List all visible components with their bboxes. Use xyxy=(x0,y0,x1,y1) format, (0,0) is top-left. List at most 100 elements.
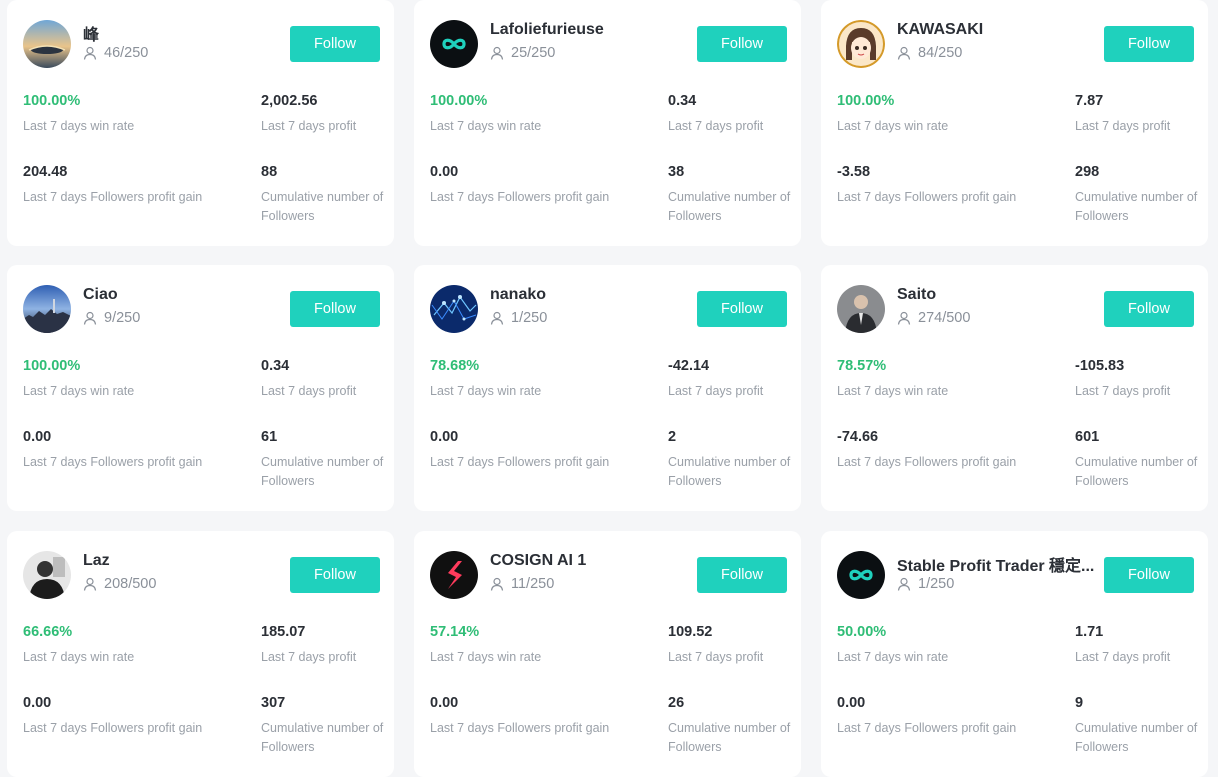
follower-quota-value: 208/500 xyxy=(104,576,157,592)
trader-name[interactable]: Ciao xyxy=(83,286,118,304)
user-icon xyxy=(897,46,911,60)
profit-label: Last 7 days profit xyxy=(261,119,357,133)
win-rate-label: Last 7 days win rate xyxy=(23,650,135,664)
followers-gain-value: 204.48 xyxy=(23,164,68,180)
follower-quota: 1/250 xyxy=(490,310,547,326)
follow-button[interactable]: Follow xyxy=(290,557,380,593)
trader-name[interactable]: 峰 xyxy=(83,21,99,45)
trader-card: Saito 274/500 Follow 78.57% Last 7 days … xyxy=(821,265,1208,511)
cumulative-followers-label: Cumulative number of Followers xyxy=(1075,721,1198,754)
anime-girl-avatar[interactable] xyxy=(837,20,885,68)
trader-name[interactable]: Lafoliefurieuse xyxy=(490,21,604,39)
cumulative-followers-label: Cumulative number of Followers xyxy=(1075,190,1198,223)
cumulative-followers-stat: 9 Cumulative number of Followers xyxy=(1075,694,1200,757)
win-rate-label: Last 7 days win rate xyxy=(23,119,135,133)
follow-button[interactable]: Follow xyxy=(697,557,787,593)
follower-quota: 25/250 xyxy=(490,45,555,61)
follow-button[interactable]: Follow xyxy=(1104,26,1194,62)
followers-gain-stat: 0.00 Last 7 days Followers profit gain xyxy=(430,163,630,207)
bw-portrait-avatar[interactable] xyxy=(23,551,71,599)
cumulative-followers-stat: 298 Cumulative number of Followers xyxy=(1075,163,1200,226)
followers-gain-stat: 204.48 Last 7 days Followers profit gain xyxy=(23,163,223,207)
cumulative-followers-stat: 2 Cumulative number of Followers xyxy=(668,428,793,491)
follow-button[interactable]: Follow xyxy=(290,26,380,62)
followers-gain-value: 0.00 xyxy=(23,695,52,711)
follower-quota-value: 274/500 xyxy=(918,310,971,326)
profit-label: Last 7 days profit xyxy=(1075,384,1171,398)
trader-card: Laz 208/500 Follow 66.66% Last 7 days wi… xyxy=(7,531,394,777)
follower-quota: 1/250 xyxy=(897,576,954,592)
follower-quota-value: 11/250 xyxy=(511,576,555,592)
profit-stat: -105.83 Last 7 days profit xyxy=(1075,357,1170,401)
follower-quota-value: 46/250 xyxy=(104,45,149,61)
user-icon xyxy=(83,311,97,325)
user-icon xyxy=(490,46,504,60)
follow-button[interactable]: Follow xyxy=(1104,291,1194,327)
followers-gain-label: Last 7 days Followers profit gain xyxy=(430,190,610,204)
trader-name[interactable]: COSIGN AI 1 xyxy=(490,552,586,570)
followers-gain-value: 0.00 xyxy=(837,695,866,711)
profit-value: 0.34 xyxy=(261,358,290,374)
trader-card: Stable Profit Trader 穩定... 1/250 Follow … xyxy=(821,531,1208,777)
blue-network-avatar[interactable] xyxy=(430,285,478,333)
profit-stat: 0.34 Last 7 days profit xyxy=(668,92,763,136)
cumulative-followers-label: Cumulative number of Followers xyxy=(668,190,791,223)
user-icon xyxy=(490,577,504,591)
followers-gain-stat: -3.58 Last 7 days Followers profit gain xyxy=(837,163,1037,207)
profit-label: Last 7 days profit xyxy=(668,384,764,398)
follow-button[interactable]: Follow xyxy=(1104,557,1194,593)
win-rate-value: 100.00% xyxy=(23,358,81,374)
win-rate-label: Last 7 days win rate xyxy=(430,650,542,664)
follow-button[interactable]: Follow xyxy=(290,291,380,327)
man-in-suit-avatar[interactable] xyxy=(837,285,885,333)
profit-label: Last 7 days profit xyxy=(261,650,357,664)
win-rate-stat: 66.66% Last 7 days win rate xyxy=(23,623,134,667)
trader-name[interactable]: KAWASAKI xyxy=(897,21,983,39)
followers-gain-label: Last 7 days Followers profit gain xyxy=(430,721,610,735)
profit-label: Last 7 days profit xyxy=(668,119,764,133)
follow-button[interactable]: Follow xyxy=(697,26,787,62)
follow-button[interactable]: Follow xyxy=(697,291,787,327)
trader-name[interactable]: Laz xyxy=(83,552,110,570)
cosign-logo-avatar[interactable] xyxy=(430,551,478,599)
followers-gain-label: Last 7 days Followers profit gain xyxy=(837,455,1017,469)
sunset-landscape-avatar[interactable] xyxy=(23,20,71,68)
city-skyline-avatar[interactable] xyxy=(23,285,71,333)
trader-card: Ciao 9/250 Follow 100.00% Last 7 days wi… xyxy=(7,265,394,511)
win-rate-stat: 100.00% Last 7 days win rate xyxy=(23,357,134,401)
profit-value: 1.71 xyxy=(1075,624,1104,640)
cumulative-followers-value: 9 xyxy=(1075,695,1084,711)
win-rate-value: 100.00% xyxy=(430,93,488,109)
followers-gain-label: Last 7 days Followers profit gain xyxy=(837,721,1017,735)
follower-quota-value: 1/250 xyxy=(918,576,955,592)
trader-name[interactable]: Stable Profit Trader 穩定... xyxy=(897,552,1094,576)
followers-gain-label: Last 7 days Followers profit gain xyxy=(837,190,1017,204)
follower-quota-value: 1/250 xyxy=(511,310,548,326)
win-rate-stat: 100.00% Last 7 days win rate xyxy=(430,92,541,136)
infinity-logo-avatar[interactable] xyxy=(837,551,885,599)
cumulative-followers-value: 38 xyxy=(668,164,685,180)
cumulative-followers-value: 601 xyxy=(1075,429,1100,445)
cumulative-followers-value: 298 xyxy=(1075,164,1100,180)
profit-label: Last 7 days profit xyxy=(1075,650,1171,664)
followers-gain-stat: -74.66 Last 7 days Followers profit gain xyxy=(837,428,1037,472)
win-rate-value: 100.00% xyxy=(23,93,81,109)
follower-quota: 274/500 xyxy=(897,310,970,326)
win-rate-stat: 78.68% Last 7 days win rate xyxy=(430,357,541,401)
profit-value: 185.07 xyxy=(261,624,306,640)
cumulative-followers-stat: 307 Cumulative number of Followers xyxy=(261,694,386,757)
trader-card: KAWASAKI 84/250 Follow 100.00% Last 7 da… xyxy=(821,0,1208,246)
trader-name[interactable]: Saito xyxy=(897,286,936,304)
followers-gain-value: -74.66 xyxy=(837,429,879,445)
win-rate-label: Last 7 days win rate xyxy=(430,119,542,133)
profit-value: -105.83 xyxy=(1075,358,1125,374)
cumulative-followers-label: Cumulative number of Followers xyxy=(261,190,384,223)
win-rate-stat: 100.00% Last 7 days win rate xyxy=(23,92,134,136)
trader-card: COSIGN AI 1 11/250 Follow 57.14% Last 7 … xyxy=(414,531,801,777)
trader-card: Lafoliefurieuse 25/250 Follow 100.00% La… xyxy=(414,0,801,246)
cumulative-followers-stat: 601 Cumulative number of Followers xyxy=(1075,428,1200,491)
trader-name[interactable]: nanako xyxy=(490,286,546,304)
follower-quota: 84/250 xyxy=(897,45,962,61)
followers-gain-stat: 0.00 Last 7 days Followers profit gain xyxy=(430,694,630,738)
infinity-logo-avatar[interactable] xyxy=(430,20,478,68)
